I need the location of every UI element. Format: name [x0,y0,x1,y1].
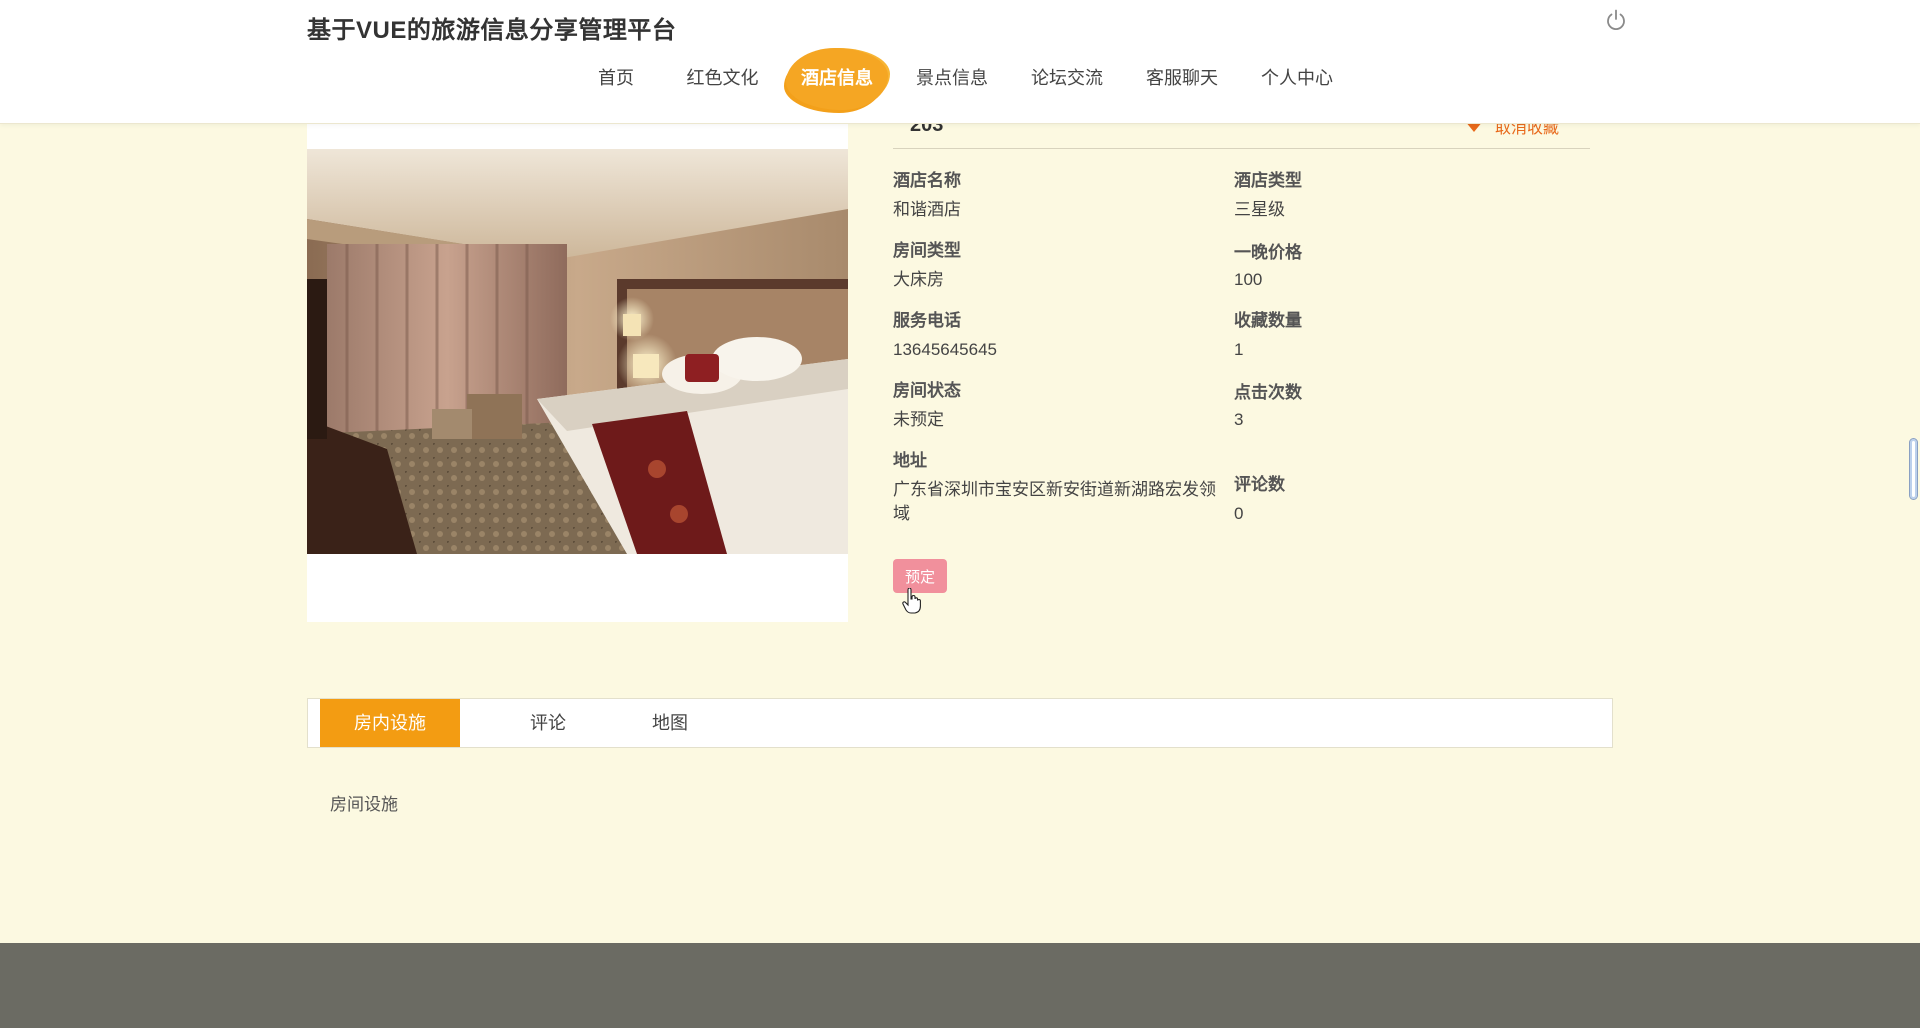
nav-item-customer-chat[interactable]: 客服聊天 [1138,56,1226,100]
hotel-detail-section: 203 取消收藏 酒店名称 和谐酒店 房间类型 大床房 服务电话 1364564… [0,114,1920,943]
room-type-label: 房间类型 [893,241,961,260]
room-status-value: 未预定 [893,410,944,429]
comments-count-value: 0 [1234,504,1244,523]
tab-comments[interactable]: 评论 [498,699,598,747]
room-photo [307,149,848,554]
comments-count-label: 评论数 [1234,475,1285,494]
price-label: 一晚价格 [1234,243,1302,262]
hotel-type-label: 酒店类型 [1234,171,1302,190]
address-value: 广东省深圳市宝安区新安街道新湖路宏发领域 [893,480,1216,523]
nav-item-hotel-info[interactable]: 酒店信息 [794,56,880,100]
scrollbar-thumb[interactable] [1909,438,1918,500]
hotel-type-value: 三星级 [1234,200,1285,219]
phone-value: 13645645645 [893,340,998,359]
nav-item-home[interactable]: 首页 [586,56,646,100]
clicks-value: 3 [1234,410,1244,429]
room-type-value: 大床房 [893,270,944,289]
tab-map[interactable]: 地图 [620,699,720,747]
nav-item-scenic-info[interactable]: 景点信息 [908,56,996,100]
room-image-card [307,124,848,622]
hotel-name-label: 酒店名称 [893,171,961,190]
room-facilities-text: 房间设施 [330,795,398,814]
nav-item-forum[interactable]: 论坛交流 [1023,56,1111,100]
tab-room-facilities[interactable]: 房内设施 [320,699,460,747]
nav-item-personal-center[interactable]: 个人中心 [1253,56,1341,100]
main-nav: 首页 红色文化 酒店信息 景点信息 论坛交流 客服聊天 个人中心 [0,56,1920,100]
hand-cursor-icon [902,588,921,614]
favorites-count-label: 收藏数量 [1234,311,1302,330]
nav-item-red-culture[interactable]: 红色文化 [680,56,765,100]
hotel-name-value: 和谐酒店 [893,200,961,219]
site-title: 基于VUE的旅游信息分享管理平台 [307,17,677,44]
detail-divider [893,148,1590,149]
detail-tabs: 房内设施 评论 地图 [307,698,1613,748]
price-value: 100 [1234,270,1263,289]
favorites-count-value: 1 [1234,340,1244,359]
page-footer [0,943,1920,1028]
phone-label: 服务电话 [893,311,961,330]
address-label: 地址 [893,451,927,470]
power-icon[interactable] [1604,8,1628,32]
clicks-label: 点击次数 [1234,383,1302,402]
site-header: 基于VUE的旅游信息分享管理平台 首页 红色文化 酒店信息 景点信息 论坛交流 … [0,0,1920,124]
page-scrollbar[interactable] [1908,0,1920,1028]
room-status-label: 房间状态 [893,381,961,400]
